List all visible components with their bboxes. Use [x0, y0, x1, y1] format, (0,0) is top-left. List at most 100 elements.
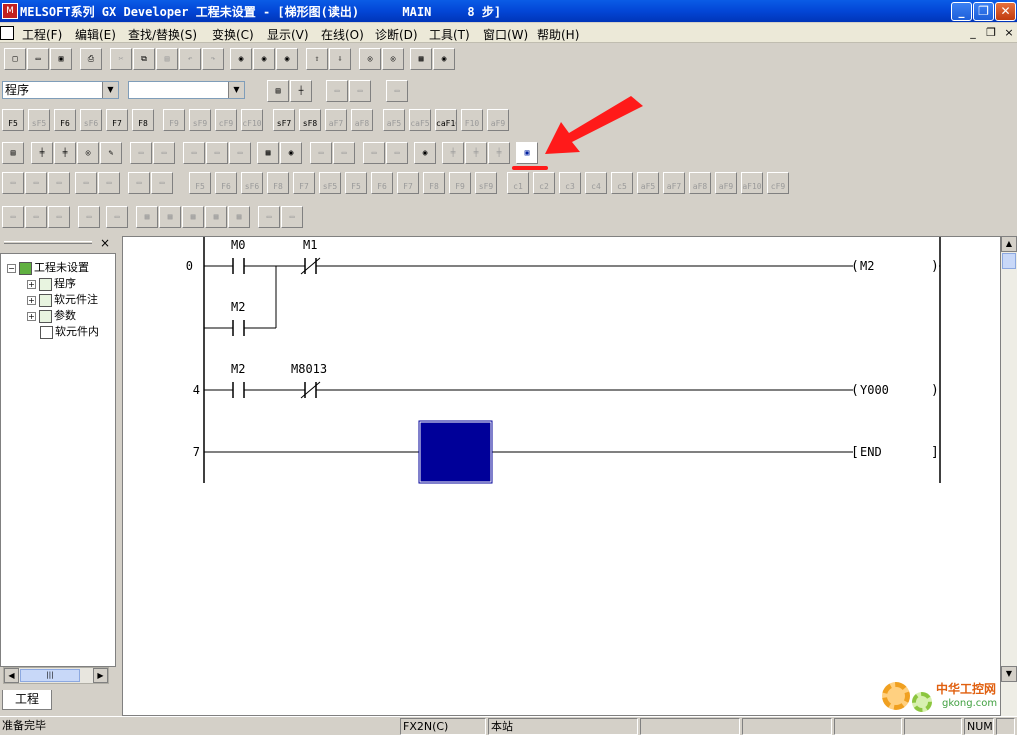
tool-p-icon[interactable]: ▭	[151, 172, 173, 194]
menu-diagnostics[interactable]: 诊断(D)	[375, 26, 418, 43]
device-key-aF5[interactable]: aF5	[637, 172, 659, 194]
ladder-comment-icon[interactable]: ▭	[130, 142, 152, 164]
plc-write-icon[interactable]: ⇧	[306, 48, 328, 70]
sfc-a-icon[interactable]: ▭	[2, 206, 24, 228]
tool-d-icon[interactable]: ▭	[310, 142, 332, 164]
statement-icon[interactable]: ▭	[349, 80, 371, 102]
menu-edit[interactable]: 编辑(E)	[75, 26, 116, 43]
scroll-thumb[interactable]: |||	[20, 669, 80, 682]
editing-cursor[interactable]	[419, 421, 492, 483]
expand-icon[interactable]: +	[27, 279, 36, 289]
expand-icon[interactable]: +	[27, 295, 36, 305]
device-key-F7b[interactable]: F7	[397, 172, 419, 194]
device-key-aF9[interactable]: aF9	[715, 172, 737, 194]
sfc-j-icon[interactable]: ▦	[228, 206, 250, 228]
device-key-c4[interactable]: c4	[585, 172, 607, 194]
instruction-search-icon[interactable]: ◉	[253, 48, 275, 70]
device-key-c2[interactable]: c2	[533, 172, 555, 194]
plc-read-icon[interactable]: ⇩	[329, 48, 351, 70]
tool-e-icon[interactable]: ▭	[333, 142, 355, 164]
grip-bar[interactable]	[4, 241, 92, 244]
tool-o-icon[interactable]: ▭	[128, 172, 150, 194]
ladder-view-icon[interactable]: ▤	[267, 80, 289, 102]
minimize-button[interactable]: _	[951, 2, 972, 21]
ladder-key-F7[interactable]: F7	[106, 109, 128, 131]
error-icon[interactable]: ▭	[48, 172, 70, 194]
ladder-key-sF9[interactable]: sF9	[189, 109, 211, 131]
device-key-F6b[interactable]: F6	[371, 172, 393, 194]
ladder-key-cF9[interactable]: cF9	[215, 109, 237, 131]
ladder-key-F6[interactable]: F6	[54, 109, 76, 131]
tool-b-icon[interactable]: ▭	[206, 142, 228, 164]
mdi-minimize-button[interactable]: _	[966, 26, 980, 39]
write-mode-icon[interactable]: ╪	[31, 142, 53, 164]
ladder-key-aF5[interactable]: aF5	[383, 109, 405, 131]
device-key-F8[interactable]: F8	[267, 172, 289, 194]
ladder-key-sF6[interactable]: sF6	[80, 109, 102, 131]
sfc-e-icon[interactable]: ▭	[106, 206, 128, 228]
tool-a-icon[interactable]: ▭	[183, 142, 205, 164]
ladder-key-F9[interactable]: F9	[163, 109, 185, 131]
sfc-d-icon[interactable]: ▭	[78, 206, 100, 228]
tool-m-icon[interactable]: ▭	[75, 172, 97, 194]
device-key-aF7[interactable]: aF7	[663, 172, 685, 194]
open-folder-icon[interactable]: ▭	[27, 48, 49, 70]
ladder-key-caF10[interactable]: caF10	[435, 109, 457, 131]
ladder-vertical-scrollbar[interactable]: ▲ ▼	[1001, 236, 1017, 716]
menu-help[interactable]: 帮助(H)	[537, 26, 579, 43]
device-register-icon[interactable]: ✎	[100, 142, 122, 164]
ladder-diagram[interactable]: 0 M0 M1 ( M2 ) M2 4 M2 M8013 ( Y000) 7 …	[123, 237, 1000, 715]
device-search-icon[interactable]: ◉	[230, 48, 252, 70]
scroll-left-icon[interactable]: ◀	[4, 668, 19, 683]
scroll-right-icon[interactable]: ▶	[93, 668, 108, 683]
note-icon[interactable]: ▭	[386, 80, 408, 102]
device-batch-icon[interactable]: ▦	[410, 48, 432, 70]
device-key-sF9[interactable]: sF9	[475, 172, 497, 194]
device-key-c5[interactable]: c5	[611, 172, 633, 194]
print-icon[interactable]: ⎙	[80, 48, 102, 70]
ladder-statement-icon[interactable]: ▭	[153, 142, 175, 164]
device-key-cF9[interactable]: cF9	[767, 172, 789, 194]
tree-item-parameter[interactable]: + 参数	[27, 307, 76, 323]
device-key-F7[interactable]: F7	[293, 172, 315, 194]
cut-icon[interactable]: ✂	[110, 48, 132, 70]
tool-i-icon[interactable]: ╪	[465, 142, 487, 164]
tree-item-device-comment[interactable]: + 软元件注	[27, 291, 98, 307]
chevron-down-icon[interactable]: ▼	[102, 82, 118, 98]
cross-reference-icon[interactable]: ◉	[280, 142, 302, 164]
device-key-F9[interactable]: F9	[449, 172, 471, 194]
monitor-mode-icon[interactable]: ╪	[54, 142, 76, 164]
device-key-F5[interactable]: F5	[189, 172, 211, 194]
read-mode-icon[interactable]: ▤	[2, 142, 24, 164]
save-icon[interactable]: ▣	[50, 48, 72, 70]
menu-convert[interactable]: 变换(C)	[212, 26, 254, 43]
scroll-thumb[interactable]	[1002, 253, 1016, 269]
ladder-key-F5[interactable]: F5	[2, 109, 24, 131]
chevron-down-icon[interactable]: ▼	[228, 82, 244, 98]
copy-icon[interactable]: ⧉	[133, 48, 155, 70]
close-button[interactable]: ✕	[995, 2, 1016, 21]
paste-icon[interactable]: ▤	[156, 48, 178, 70]
menu-view[interactable]: 显示(V)	[267, 26, 309, 43]
sfc-k-icon[interactable]: ▭	[258, 206, 280, 228]
tool-c-icon[interactable]: ▭	[229, 142, 251, 164]
tool-f-icon[interactable]: ▭	[363, 142, 385, 164]
list-view-icon[interactable]: ┼	[290, 80, 312, 102]
tool-g-icon[interactable]: ▭	[386, 142, 408, 164]
ladder-key-sF8[interactable]: sF8	[299, 109, 321, 131]
monitor-icon[interactable]: ◎	[359, 48, 381, 70]
menu-find-replace[interactable]: 查找/替换(S)	[128, 26, 197, 43]
device-memory-icon[interactable]: ▦	[257, 142, 279, 164]
tool-k-icon[interactable]: ▭	[2, 172, 24, 194]
tree-item-program[interactable]: + 程序	[27, 275, 76, 291]
ladder-key-F10[interactable]: F10	[461, 109, 483, 131]
data-type-select[interactable]: 程序 ▼	[2, 81, 119, 99]
tool-h-icon[interactable]: ╪	[442, 142, 464, 164]
ladder-key-caF5[interactable]: caF5	[409, 109, 431, 131]
device-key-F5b[interactable]: F5	[345, 172, 367, 194]
ladder-key-aF8[interactable]: aF8	[351, 109, 373, 131]
tree-horizontal-scrollbar[interactable]: ◀ ||| ▶	[3, 667, 109, 684]
device-key-sF6[interactable]: sF6	[241, 172, 263, 194]
tree-close-icon[interactable]: ×	[100, 236, 110, 250]
program-select[interactable]: ▼	[128, 81, 245, 99]
